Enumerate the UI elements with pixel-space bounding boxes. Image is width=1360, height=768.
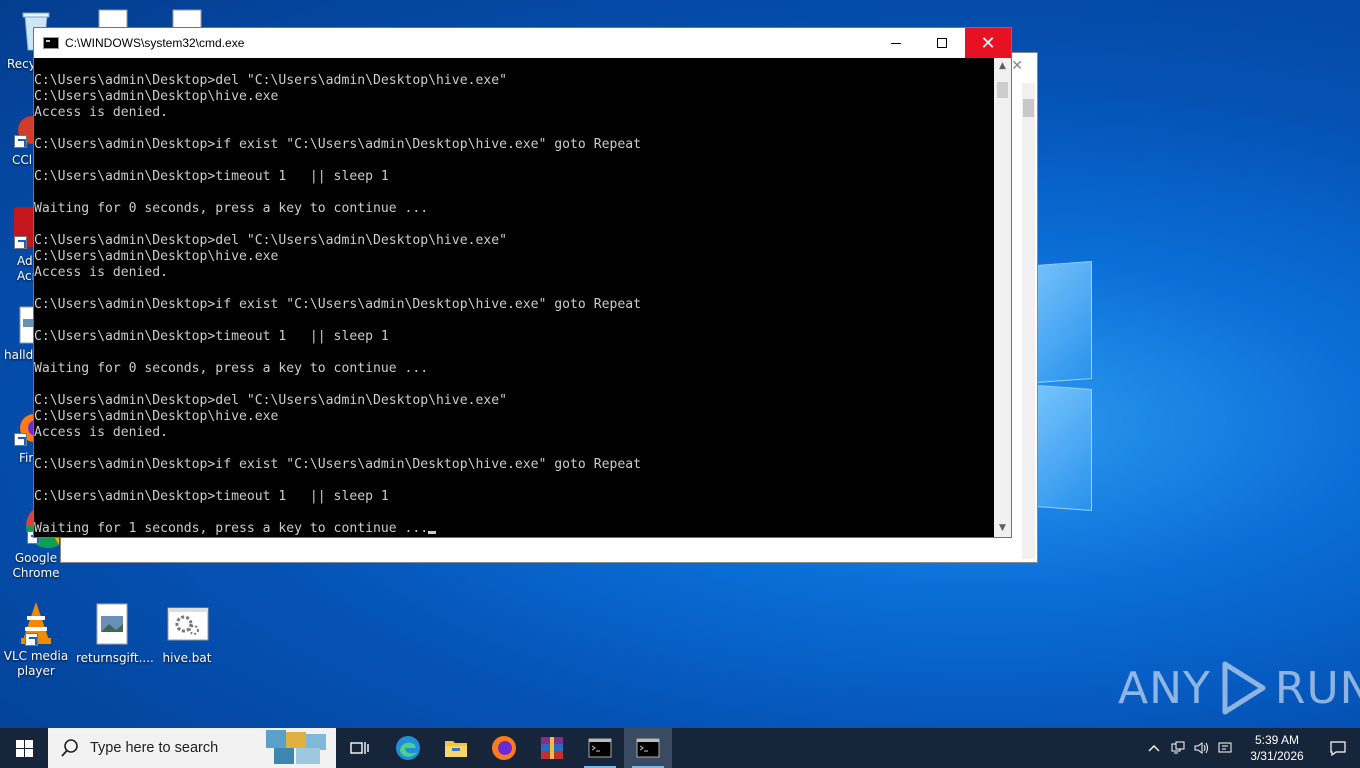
windows-logo-wallpaper: [1036, 255, 1096, 515]
task-view-icon: [350, 742, 369, 754]
scroll-down-arrow-icon[interactable]: ▼: [994, 520, 1011, 537]
console-scrollbar[interactable]: ▲ ▼: [994, 58, 1011, 537]
network-icon[interactable]: [1166, 728, 1190, 768]
document-icon: [89, 8, 135, 28]
taskbar-edge[interactable]: [384, 728, 432, 768]
clock-time: 5:39 AM: [1254, 733, 1300, 747]
cmd-app-icon[interactable]: [43, 37, 59, 49]
watermark-text-right: RUN: [1274, 662, 1360, 714]
desktop-icon-label: hive.bat: [162, 651, 212, 665]
console-line: Waiting for 1 seconds, press a key to co…: [34, 521, 995, 537]
taskbar-firefox[interactable]: [480, 728, 528, 768]
console-line: C:\Users\admin\Desktop>del "C:\Users\adm…: [34, 73, 507, 88]
close-icon: ✕: [980, 32, 996, 54]
anyrun-watermark: ANY RUN: [1118, 658, 1360, 718]
console-line: C:\Users\admin\Desktop\hive.exe: [34, 409, 279, 424]
shortcut-arrow-icon: [25, 633, 38, 646]
taskbar-search-box[interactable]: Type here to search: [48, 728, 336, 768]
play-logo-icon: [1222, 661, 1266, 715]
taskbar: Type here to search 5:39 AM 3/31/2026: [0, 728, 1360, 768]
cmd-window[interactable]: C:\WINDOWS\system32\cmd.exe ✕ C:\Users\a…: [33, 27, 1012, 538]
firefox-icon: [492, 736, 516, 760]
taskbar-cmd[interactable]: [576, 728, 624, 768]
scroll-up-arrow-icon[interactable]: ▲: [994, 58, 1011, 75]
console-line: C:\Users\admin\Desktop>del "C:\Users\adm…: [34, 233, 507, 248]
cmd-icon: [636, 738, 660, 758]
close-icon[interactable]: ✕: [1011, 58, 1023, 74]
search-placeholder: Type here to search: [90, 740, 219, 756]
volume-icon[interactable]: [1190, 728, 1214, 768]
search-icon: [61, 739, 78, 757]
taskbar-winrar[interactable]: [528, 728, 576, 768]
task-view-button[interactable]: [336, 728, 384, 768]
console-line: C:\Users\admin\Desktop>if exist "C:\User…: [34, 137, 641, 152]
console-line: C:\Users\admin\Desktop>timeout 1 || slee…: [34, 169, 389, 184]
scroll-thumb[interactable]: [997, 82, 1008, 98]
text-cursor: [428, 531, 437, 534]
minimize-icon: [891, 42, 901, 44]
start-button[interactable]: [0, 728, 48, 768]
search-highlight-puzzle-icon: [266, 730, 326, 764]
desktop-icon-label: returnsgift....: [76, 651, 154, 665]
taskbar-cmd-active[interactable]: [624, 728, 672, 768]
desktop-icon-label: VLC media player: [3, 649, 69, 678]
image-file-icon: [89, 602, 135, 648]
console-output[interactable]: C:\Users\admin\Desktop>del "C:\Users\adm…: [34, 58, 995, 537]
maximize-icon: [937, 38, 947, 48]
show-hidden-icons-chevron-up-icon[interactable]: [1142, 728, 1166, 768]
taskbar-file-explorer[interactable]: [432, 728, 480, 768]
desktop-icon-vlc[interactable]: VLC media player: [0, 600, 72, 679]
console-line: C:\Users\admin\Desktop\hive.exe: [34, 249, 279, 264]
console-line: Access is denied.: [34, 265, 169, 280]
cmd-titlebar[interactable]: C:\WINDOWS\system32\cmd.exe ✕: [34, 28, 1011, 58]
batch-file-gear-icon: [164, 602, 210, 648]
folder-icon: [445, 741, 467, 757]
shortcut-arrow-icon: [14, 135, 27, 148]
minimize-button[interactable]: [873, 28, 919, 58]
console-line: Access is denied.: [34, 425, 169, 440]
edge-icon: [396, 736, 420, 760]
desktop-icon-hive-bat[interactable]: hive.bat: [151, 602, 223, 666]
console-line: C:\Users\admin\Desktop>if exist "C:\User…: [34, 457, 641, 472]
vlc-cone-icon: [13, 600, 59, 646]
window-title: C:\WINDOWS\system32\cmd.exe: [65, 36, 245, 50]
winrar-icon: [541, 737, 563, 759]
shortcut-arrow-icon: [14, 433, 27, 446]
ime-language-icon[interactable]: [1214, 728, 1238, 768]
cmd-icon: [588, 738, 612, 758]
system-tray: 5:39 AM 3/31/2026: [1142, 728, 1360, 768]
maximize-button[interactable]: [919, 28, 965, 58]
console-line: C:\Users\admin\Desktop>timeout 1 || slee…: [34, 329, 389, 344]
document-icon: [163, 8, 209, 28]
console-line: C:\Users\admin\Desktop\hive.exe: [34, 89, 279, 104]
console-line: C:\Users\admin\Desktop>timeout 1 || slee…: [34, 489, 389, 504]
notifications-icon[interactable]: [1316, 728, 1360, 768]
windows-start-icon: [15, 739, 33, 757]
console-line: Waiting for 0 seconds, press a key to co…: [34, 201, 429, 216]
desktop-icon-returnsgift[interactable]: returnsgift....: [76, 602, 154, 666]
watermark-text-left: ANY: [1118, 662, 1211, 714]
close-button[interactable]: ✕: [965, 28, 1011, 58]
shortcut-arrow-icon: [14, 236, 27, 249]
console-line: C:\Users\admin\Desktop>del "C:\Users\adm…: [34, 393, 507, 408]
console-line: C:\Users\admin\Desktop>if exist "C:\User…: [34, 297, 641, 312]
console-line: Waiting for 0 seconds, press a key to co…: [34, 361, 429, 376]
clock-date: 3/31/2026: [1250, 749, 1304, 763]
background-window-scrollbar[interactable]: [1022, 83, 1035, 559]
console-line: Access is denied.: [34, 105, 169, 120]
taskbar-clock[interactable]: 5:39 AM 3/31/2026: [1238, 732, 1316, 764]
